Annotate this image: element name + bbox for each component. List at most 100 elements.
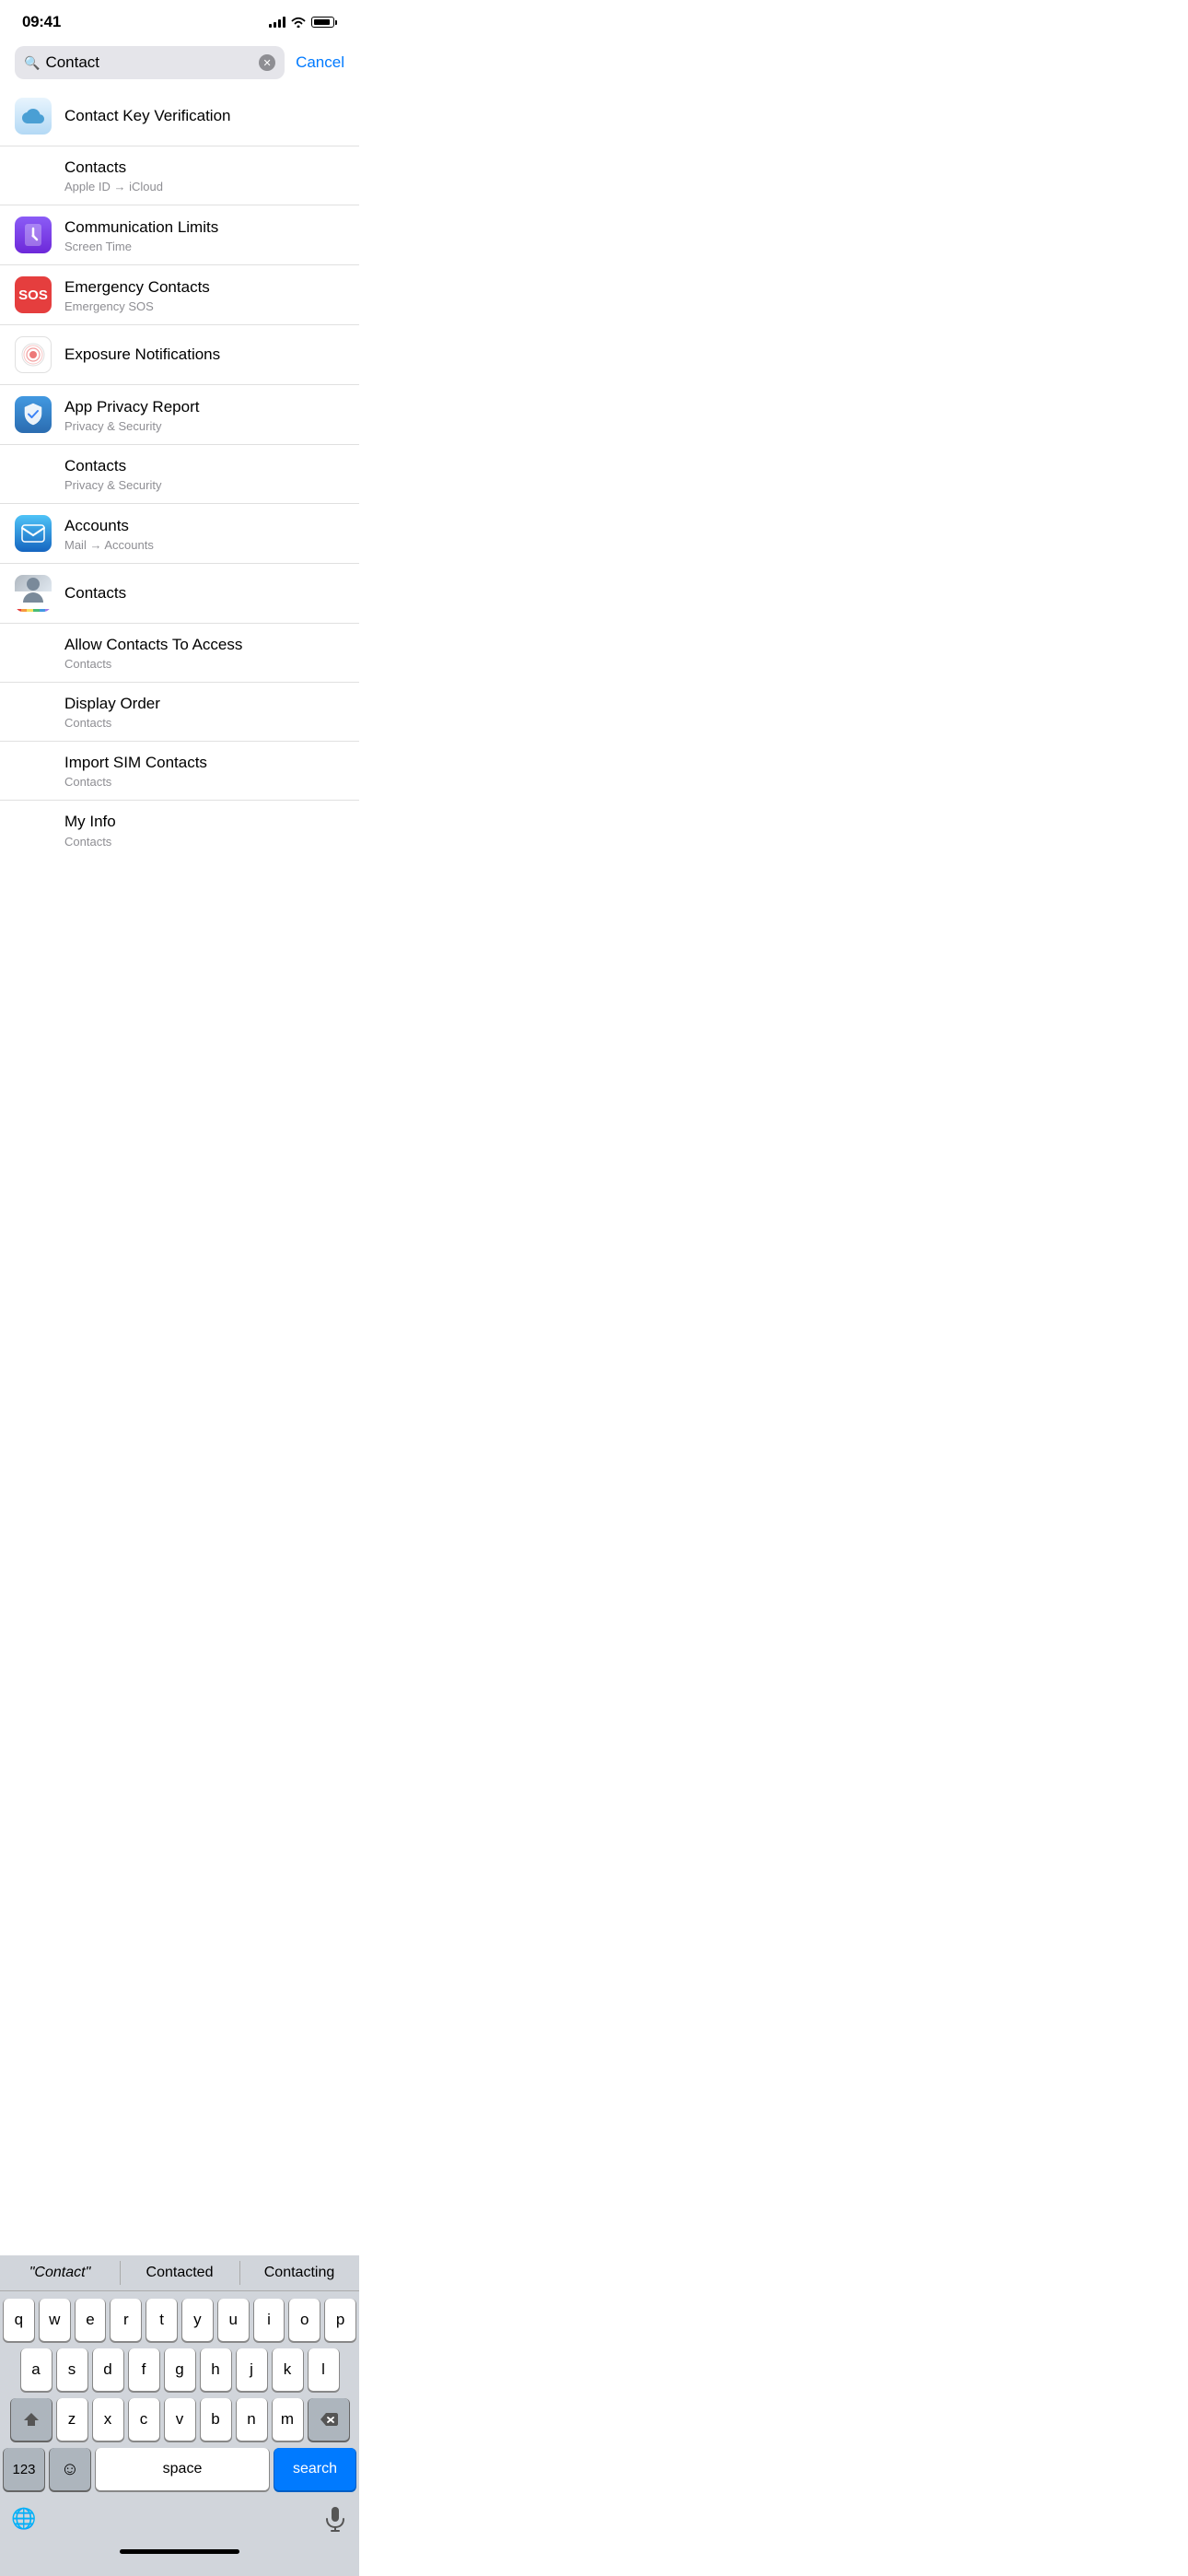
key-n[interactable]: n xyxy=(237,2398,267,2441)
key-x[interactable]: x xyxy=(93,2398,123,2441)
result-text: Emergency Contacts Emergency SOS xyxy=(64,277,344,313)
key-f[interactable]: f xyxy=(129,2348,159,2391)
result-text: Exposure Notifications xyxy=(64,345,344,365)
status-icons xyxy=(269,17,337,28)
key-r[interactable]: r xyxy=(111,2299,141,2341)
key-i[interactable]: i xyxy=(254,2299,285,2341)
key-t[interactable]: t xyxy=(146,2299,177,2341)
privacy-icon xyxy=(15,396,52,433)
numbers-key[interactable]: 123 xyxy=(4,2448,44,2490)
key-k[interactable]: k xyxy=(273,2348,303,2391)
key-c[interactable]: c xyxy=(129,2398,159,2441)
search-input-wrapper[interactable]: 🔍 Contact ✕ xyxy=(15,46,285,79)
result-subtitle: Privacy & Security xyxy=(64,419,344,433)
battery-icon xyxy=(311,17,337,28)
key-l[interactable]: l xyxy=(309,2348,339,2391)
result-text: My Info Contacts xyxy=(64,812,344,848)
result-text: Contacts Apple ID → iCloud xyxy=(64,158,344,193)
result-title: Display Order xyxy=(64,694,344,714)
key-u[interactable]: u xyxy=(218,2299,249,2341)
key-s[interactable]: s xyxy=(57,2348,87,2391)
result-accounts-mail[interactable]: Accounts Mail → Accounts xyxy=(0,504,359,564)
key-w[interactable]: w xyxy=(40,2299,70,2341)
result-subtitle: Emergency SOS xyxy=(64,299,344,313)
result-text: Import SIM Contacts Contacts xyxy=(64,753,344,789)
result-communication-limits[interactable]: Communication Limits Screen Time xyxy=(0,205,359,265)
globe-key[interactable]: 🌐 xyxy=(4,2498,44,2540)
key-y[interactable]: y xyxy=(182,2299,213,2341)
suggestion-contact[interactable]: "Contact" xyxy=(0,2255,120,2290)
signal-icon xyxy=(269,17,285,28)
search-key[interactable]: search xyxy=(274,2448,355,2490)
keyboard-row-3: z x c v b n m xyxy=(0,2391,359,2441)
key-a[interactable]: a xyxy=(21,2348,52,2391)
result-app-privacy-report[interactable]: App Privacy Report Privacy & Security xyxy=(0,385,359,445)
keyboard-row-2: a s d f g h j k l xyxy=(0,2341,359,2391)
result-title: Import SIM Contacts xyxy=(64,753,344,773)
search-input[interactable]: Contact xyxy=(45,53,253,72)
microphone-key[interactable] xyxy=(315,2498,355,2540)
result-subtitle: Apple ID → iCloud xyxy=(64,180,344,193)
result-my-info[interactable]: My Info Contacts xyxy=(0,801,359,859)
result-title: Contact Key Verification xyxy=(64,106,344,126)
key-h[interactable]: h xyxy=(201,2348,231,2391)
clear-search-button[interactable]: ✕ xyxy=(259,54,275,71)
key-p[interactable]: p xyxy=(325,2299,355,2341)
emoji-key[interactable]: ☺ xyxy=(50,2448,90,2490)
result-subtitle: Contacts xyxy=(64,835,344,849)
key-d[interactable]: d xyxy=(93,2348,123,2391)
shift-key[interactable] xyxy=(11,2398,52,2441)
result-title: Emergency Contacts xyxy=(64,277,344,298)
result-text: App Privacy Report Privacy & Security xyxy=(64,397,344,433)
result-title: My Info xyxy=(64,812,344,832)
keyboard-row-1: q w e r t y u i o p xyxy=(0,2291,359,2341)
result-contacts-appleid[interactable]: Contacts Apple ID → iCloud xyxy=(0,146,359,205)
result-emergency-contacts[interactable]: SOS Emergency Contacts Emergency SOS xyxy=(0,265,359,325)
wifi-icon xyxy=(291,17,306,28)
screentime-icon xyxy=(15,217,52,253)
exposure-icon xyxy=(15,336,52,373)
result-contacts-privacy[interactable]: Contacts Privacy & Security xyxy=(0,445,359,504)
suggestion-contacted[interactable]: Contacted xyxy=(120,2255,239,2290)
sos-icon: SOS xyxy=(15,276,52,313)
result-subtitle: Contacts xyxy=(64,775,344,789)
result-title: App Privacy Report xyxy=(64,397,344,417)
sos-label: SOS xyxy=(18,287,48,303)
result-subtitle: Contacts xyxy=(64,716,344,730)
result-exposure-notifications[interactable]: Exposure Notifications xyxy=(0,325,359,385)
result-text: Contacts Privacy & Security xyxy=(64,456,344,492)
result-allow-contacts-access[interactable]: Allow Contacts To Access Contacts xyxy=(0,624,359,683)
result-title: Communication Limits xyxy=(64,217,344,238)
key-g[interactable]: g xyxy=(165,2348,195,2391)
cancel-button[interactable]: Cancel xyxy=(296,53,344,72)
result-text: Display Order Contacts xyxy=(64,694,344,730)
key-b[interactable]: b xyxy=(201,2398,231,2441)
result-import-sim-contacts[interactable]: Import SIM Contacts Contacts xyxy=(0,742,359,801)
result-title: Exposure Notifications xyxy=(64,345,344,365)
key-o[interactable]: o xyxy=(289,2299,320,2341)
result-subtitle: Mail → Accounts xyxy=(64,538,344,552)
result-display-order[interactable]: Display Order Contacts xyxy=(0,683,359,742)
key-m[interactable]: m xyxy=(273,2398,303,2441)
key-v[interactable]: v xyxy=(165,2398,195,2441)
result-text: Contact Key Verification xyxy=(64,106,344,126)
key-e[interactable]: e xyxy=(76,2299,106,2341)
home-indicator xyxy=(120,2549,239,2554)
result-title: Accounts xyxy=(64,516,344,536)
status-bar: 09:41 xyxy=(0,0,359,39)
keyboard: "Contact" Contacted Contacting q w e r t… xyxy=(0,2255,359,2576)
result-contact-key-verification[interactable]: Contact Key Verification xyxy=(0,87,359,146)
keyboard-bottom: 123 ☺ space search xyxy=(0,2441,359,2490)
result-title: Allow Contacts To Access xyxy=(64,635,344,655)
keyboard-suggestions: "Contact" Contacted Contacting xyxy=(0,2255,359,2291)
key-q[interactable]: q xyxy=(4,2299,34,2341)
delete-key[interactable] xyxy=(309,2398,349,2441)
contacts-app-icon xyxy=(15,575,52,612)
result-contacts-app[interactable]: Contacts xyxy=(0,564,359,624)
result-text: Communication Limits Screen Time xyxy=(64,217,344,253)
suggestion-contacting[interactable]: Contacting xyxy=(239,2255,359,2290)
result-title: Contacts xyxy=(64,158,344,178)
space-key[interactable]: space xyxy=(96,2448,269,2490)
key-z[interactable]: z xyxy=(57,2398,87,2441)
key-j[interactable]: j xyxy=(237,2348,267,2391)
